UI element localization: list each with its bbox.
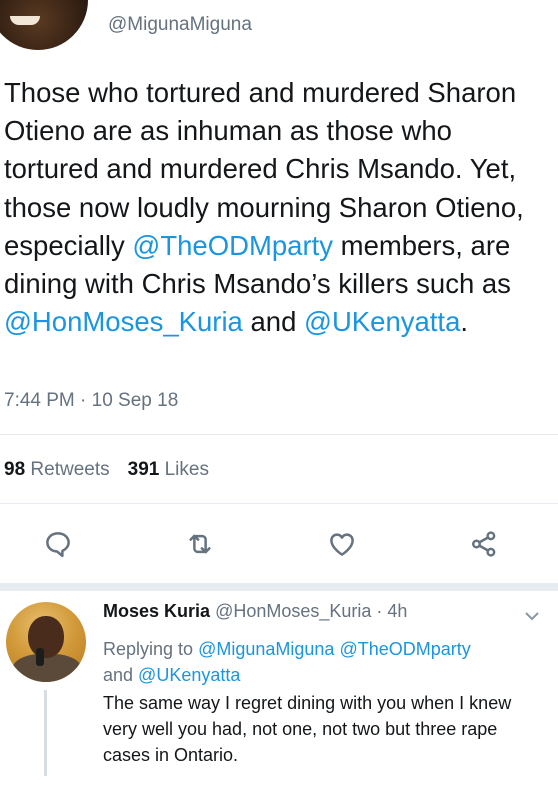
replying-mention-ukenyatta[interactable]: @UKenyatta [138, 665, 240, 685]
author-avatar[interactable] [0, 0, 88, 50]
mention-odm-party[interactable]: @TheODMparty [132, 230, 333, 261]
tweet-actions [0, 524, 558, 564]
mention-hon-moses-kuria[interactable]: @HonMoses_Kuria [4, 306, 243, 337]
share-icon [472, 531, 496, 557]
section-divider [0, 583, 558, 591]
divider [0, 503, 558, 504]
retweets-label: Retweets [30, 459, 110, 480]
replying-and: and [103, 665, 139, 685]
reply-author-handle[interactable]: @HonMoses_Kuria [215, 601, 371, 621]
chevron-down-icon[interactable] [522, 606, 542, 626]
replying-mention-miguna[interactable]: @MigunaMiguna [198, 639, 334, 659]
likes-label: Likes [164, 459, 209, 480]
share-button[interactable] [464, 524, 504, 564]
replying-to: Replying to @MigunaMiguna @TheODMparty an… [103, 636, 543, 688]
reply-text: The same way I regret dining with you wh… [103, 693, 512, 765]
reply-author-avatar[interactable] [6, 602, 86, 682]
likes-stat[interactable]: 391 Likes [128, 459, 209, 480]
tweet-text-part-4: . [460, 306, 468, 338]
retweets-stat[interactable]: 98 Retweets [4, 459, 110, 480]
replying-prefix: Replying to [103, 639, 199, 659]
mention-ukenyatta[interactable]: @UKenyatta [304, 306, 460, 337]
avatar-body [12, 654, 82, 682]
retweet-button[interactable] [180, 524, 220, 564]
avatar-smile [10, 16, 40, 25]
likes-count: 391 [127, 459, 160, 480]
divider [0, 434, 558, 435]
replying-mention-odm-party[interactable]: @TheODMparty [339, 639, 470, 659]
tweet-stats: 98 Retweets 391 Likes [4, 459, 209, 481]
reply-icon [46, 532, 70, 558]
thread-line [44, 690, 47, 776]
avatar-head [28, 616, 64, 658]
reply-header: Moses Kuria @HonMoses_Kuria · 4h [103, 601, 407, 622]
reply-time[interactable]: · 4h [376, 601, 407, 621]
retweets-count: 98 [4, 459, 26, 480]
like-icon [330, 533, 354, 556]
author-handle[interactable]: @MigunaMiguna [108, 14, 252, 36]
like-button[interactable] [322, 524, 362, 564]
tweet-text: Those who tortured and murdered Sharon O… [4, 74, 552, 341]
tweet-text-part-3: and [242, 306, 305, 338]
reply-button[interactable] [38, 524, 78, 564]
retweet-icon [189, 534, 211, 554]
tweet-timestamp[interactable]: 7:44 PM · 10 Sep 18 [4, 390, 178, 412]
reply-author-name[interactable]: Moses Kuria [103, 601, 210, 621]
microphone-icon [36, 648, 44, 666]
